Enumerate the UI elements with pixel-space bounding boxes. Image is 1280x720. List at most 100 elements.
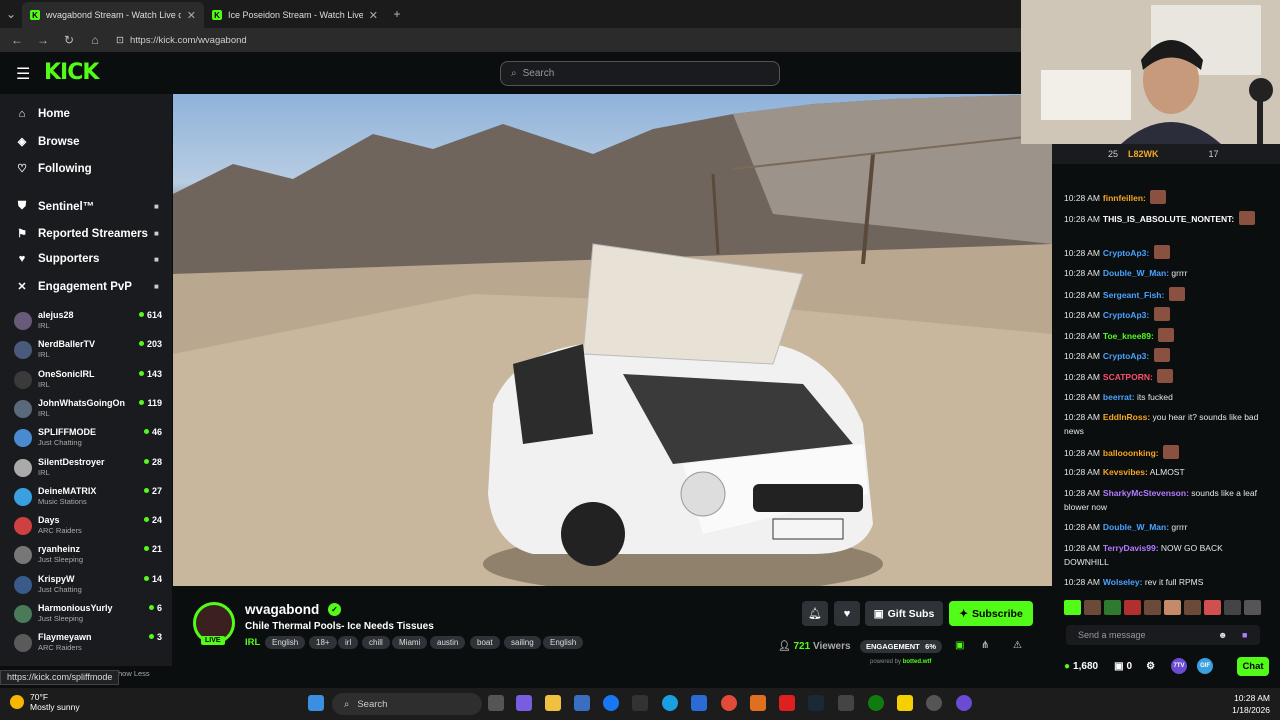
new-tab-button[interactable]: + xyxy=(386,4,408,24)
message-username[interactable]: finnfeillen: xyxy=(1103,193,1146,203)
taskbar-search[interactable]: ⌕ Search xyxy=(332,693,482,715)
app-icon[interactable] xyxy=(956,695,972,711)
message-username[interactable]: SharkyMcStevenson: xyxy=(1103,488,1189,498)
stream-tag[interactable]: Miami xyxy=(392,636,428,649)
channel-item[interactable]: alejus28 IRL 614 xyxy=(14,310,164,338)
facebook-icon[interactable] xyxy=(603,695,619,711)
channel-item[interactable]: SPLIFFMODE Just Chatting 46 xyxy=(14,427,164,455)
windows-start-icon[interactable] xyxy=(308,695,324,711)
message-username[interactable]: ballooonking: xyxy=(1103,448,1159,458)
stream-category[interactable]: IRL xyxy=(245,637,260,648)
sidebar-item-following[interactable]: ♡ Following xyxy=(16,162,92,176)
sidebar-item-reported-streamers[interactable]: ⚑ Reported Streamers ■ xyxy=(16,227,159,241)
kick-emote-icon[interactable]: ■ xyxy=(1242,630,1247,640)
close-icon[interactable]: ✕ xyxy=(187,9,196,22)
share-icon[interactable]: ⋔ xyxy=(981,640,989,651)
message-username[interactable]: TerryDavis99: xyxy=(1103,543,1159,553)
channel-item[interactable]: DeineMATRIX Music Stations 27 xyxy=(14,486,164,514)
sidebar-item-sentinel[interactable]: ⛊ Sentinel™ ■ xyxy=(16,200,159,213)
emote-icon[interactable] xyxy=(1204,600,1221,615)
emote-icon[interactable] xyxy=(1104,600,1121,615)
channel-item[interactable]: Days ARC Raiders 24 xyxy=(14,515,164,543)
message-username[interactable]: beerrat: xyxy=(1103,392,1135,402)
sidebar-item-browse[interactable]: ◈ Browse xyxy=(16,135,80,149)
menu-icon[interactable]: ☰ xyxy=(16,64,30,84)
message-username[interactable]: SCATPORN: xyxy=(1103,372,1153,382)
emote-icon[interactable] xyxy=(1184,600,1201,615)
channel-item[interactable]: JohnWhatsGoingOn IRL 119 xyxy=(14,398,164,426)
edge-icon[interactable] xyxy=(662,695,678,711)
message-username[interactable]: CryptoAp3: xyxy=(1103,310,1149,320)
send-chat-button[interactable]: Chat xyxy=(1237,657,1269,676)
message-username[interactable]: Sergeant_Fish: xyxy=(1103,290,1164,300)
show-less-link[interactable]: how Less xyxy=(118,669,150,678)
sidebar-item-home[interactable]: ⌂ Home xyxy=(16,108,70,120)
stream-tag[interactable]: English xyxy=(265,636,306,649)
message-username[interactable]: Kevsvibes: xyxy=(1103,467,1148,477)
file-explorer-icon[interactable] xyxy=(545,695,561,711)
vlc-icon[interactable] xyxy=(750,695,766,711)
message-username[interactable]: Wolseley: xyxy=(1103,577,1143,587)
stream-tag[interactable]: chill xyxy=(362,636,390,649)
emoji-icon[interactable]: ☻ xyxy=(1218,630,1227,640)
streamer-name[interactable]: wvagabond xyxy=(245,602,319,617)
emote-icon[interactable] xyxy=(1144,600,1161,615)
task-view-icon[interactable] xyxy=(488,695,504,711)
forward-icon[interactable]: → xyxy=(32,30,54,50)
xbox-icon[interactable] xyxy=(868,695,884,711)
message-username[interactable]: CryptoAp3: xyxy=(1103,351,1149,361)
youtube-icon[interactable] xyxy=(779,695,795,711)
emote-icon[interactable] xyxy=(1244,600,1261,615)
home-icon[interactable]: ⌂ xyxy=(84,30,106,50)
follow-heart-button[interactable]: ♥ xyxy=(834,601,860,626)
weather-widget[interactable]: 70°F Mostly sunny xyxy=(10,692,80,712)
kick-logo[interactable]: KICK xyxy=(44,60,99,85)
channel-item[interactable]: NerdBallerTV IRL 203 xyxy=(14,339,164,367)
emote-icon[interactable] xyxy=(1224,600,1241,615)
channel-item[interactable]: HarmoniousYurly Just Sleeping 6 xyxy=(14,603,164,631)
report-icon[interactable]: ⚠ xyxy=(1013,640,1022,651)
emote-icon[interactable] xyxy=(1124,600,1141,615)
emote-icon[interactable] xyxy=(1164,600,1181,615)
tab-list-button[interactable]: ⌄ xyxy=(0,4,22,24)
settings-icon[interactable]: ⚙ xyxy=(1146,661,1155,672)
gift-count[interactable]: 0 xyxy=(1127,661,1133,672)
channel-item[interactable]: ryanheinz Just Sleeping 21 xyxy=(14,544,164,572)
clip-icon[interactable]: ▣ xyxy=(955,640,964,651)
taskbar-clock[interactable]: 10:28 AM 1/18/2026 xyxy=(1218,692,1270,716)
back-icon[interactable]: ← xyxy=(6,30,28,50)
message-username[interactable]: THIS_IS_ABSOLUTE_NONTENT: xyxy=(1103,214,1234,224)
stream-tag[interactable]: sailing xyxy=(504,636,541,649)
notification-bell-icon[interactable]: 🔔︎ xyxy=(802,601,828,626)
message-username[interactable]: Double_W_Man: xyxy=(1103,522,1169,532)
browser-tab-active[interactable]: K wvagabond Stream - Watch Live on Kick … xyxy=(22,2,204,28)
gift-subs-button[interactable]: ▣ Gift Subs xyxy=(865,601,943,626)
channel-item[interactable]: OneSonicIRL IRL 143 xyxy=(14,369,164,397)
stream-tag[interactable]: boat xyxy=(470,636,500,649)
message-username[interactable]: Double_W_Man: xyxy=(1103,268,1169,278)
gif-icon[interactable]: GIF xyxy=(1197,658,1214,674)
message-username[interactable]: Toe_knee89: xyxy=(1103,331,1154,341)
url-field[interactable]: ⊡ https://kick.com/wvagabond xyxy=(116,35,247,46)
store-icon[interactable] xyxy=(574,695,590,711)
channel-item[interactable]: KrispyW Just Chatting 14 xyxy=(14,574,164,602)
steam-icon[interactable] xyxy=(808,695,824,711)
channel-item[interactable]: SilentDestroyer IRL 28 xyxy=(14,457,164,485)
stream-tag[interactable]: English xyxy=(543,636,584,649)
subscribe-button[interactable]: ✦ Subscribe xyxy=(949,601,1033,626)
sidebar-item-supporters[interactable]: ♥ Supporters ■ xyxy=(16,253,159,265)
app-icon[interactable] xyxy=(838,695,854,711)
reload-icon[interactable]: ↻ xyxy=(58,30,80,50)
site-info-icon[interactable]: ⊡ xyxy=(116,35,124,46)
channel-points[interactable]: 1,680 xyxy=(1073,661,1098,672)
stream-tag[interactable]: austin xyxy=(430,636,466,649)
calculator-icon[interactable] xyxy=(691,695,707,711)
chrome-icon[interactable] xyxy=(721,695,737,711)
obs-icon[interactable] xyxy=(926,695,942,711)
close-icon[interactable]: ✕ xyxy=(369,9,378,22)
chat-input[interactable]: Send a message ☻ ■ xyxy=(1066,625,1260,645)
channel-item[interactable]: Flaymeyawn ARC Raiders 3 xyxy=(14,632,164,660)
browser-tab[interactable]: K Ice Poseidon Stream - Watch Live on Ki… xyxy=(204,2,386,28)
video-player[interactable] xyxy=(173,94,1052,586)
notes-icon[interactable] xyxy=(897,695,913,711)
